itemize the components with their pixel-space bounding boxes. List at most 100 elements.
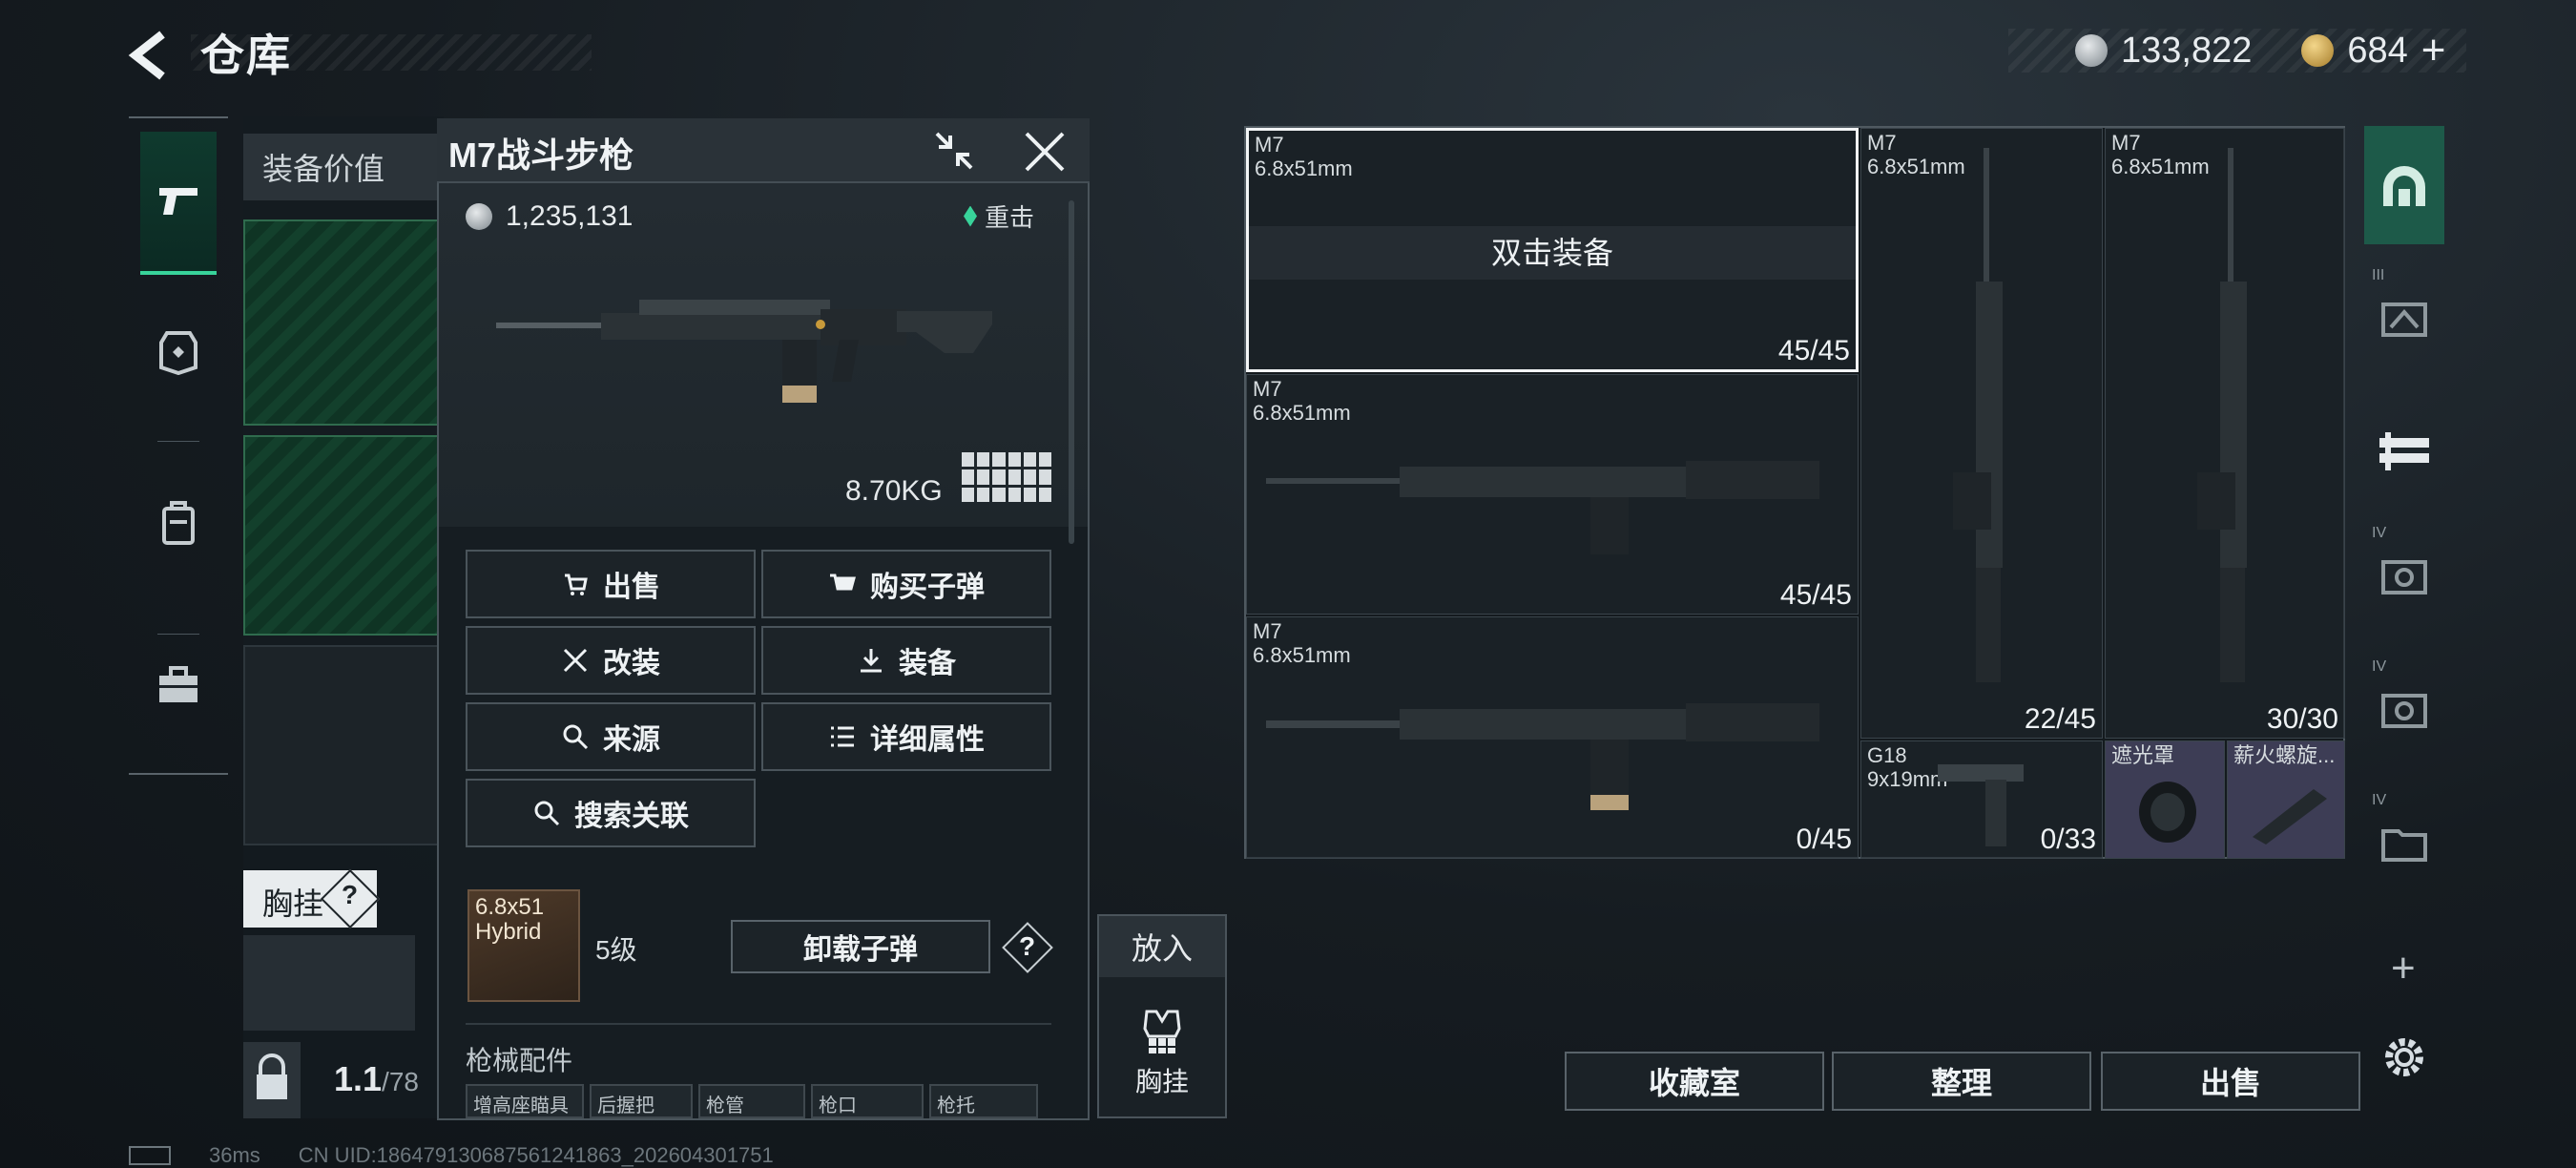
double-click-hint: 双击装备	[1249, 226, 1856, 280]
item-label: M7 6.8x51mm	[1253, 377, 1351, 426]
details-button[interactable]: 详细属性	[761, 702, 1051, 771]
tab-armor[interactable]	[140, 281, 217, 424]
search-icon	[563, 724, 589, 750]
inventory-item[interactable]: 薪火螺旋...	[2227, 740, 2345, 859]
buy-ammo-label: 购买子弹	[870, 572, 985, 603]
help-text: ?	[1019, 931, 1036, 961]
unload-ammo-button[interactable]: 卸载子弹	[731, 920, 990, 973]
secondary-weapon-slot[interactable]	[243, 435, 444, 636]
muzzle-image	[2253, 789, 2327, 845]
item-ammo-count: 22/45	[2024, 703, 2096, 735]
item-size-grid	[962, 452, 1051, 502]
add-gold-button[interactable]: +	[2421, 27, 2446, 74]
tab-backpack[interactable]	[140, 452, 217, 595]
tab-storage-3[interactable]: III	[2364, 260, 2444, 378]
capacity-readout: 1.1/78	[334, 1059, 419, 1099]
chest-rig-slot[interactable]	[243, 935, 415, 1031]
item-label: M7 6.8x51mm	[1253, 619, 1351, 668]
inventory-item[interactable]: M7 6.8x51mm 22/45	[1860, 128, 2103, 739]
primary-weapon-slot[interactable]	[243, 219, 444, 426]
tab-storage-weapons[interactable]	[2364, 393, 2444, 511]
collapse-icon[interactable]	[931, 128, 977, 174]
lock-button[interactable]	[243, 1042, 301, 1118]
item-ammo-count: 45/45	[1779, 579, 1852, 611]
tier-label: IV	[2372, 658, 2387, 675]
inventory-item[interactable]: 遮光罩	[2105, 740, 2225, 859]
divider	[466, 1023, 1051, 1025]
item-ammo-count: 0/45	[1796, 824, 1852, 855]
attachment-slot[interactable]: 后握把	[590, 1084, 693, 1118]
safe-icon	[2381, 694, 2427, 728]
tab-storage-4a[interactable]: IV	[2364, 517, 2444, 636]
status-bar: 36ms CN UID:1864791306875612418​63_20260…	[129, 1143, 774, 1168]
pistol-image	[1938, 764, 2024, 846]
tools-icon	[563, 648, 588, 673]
inventory-item[interactable]: M7 6.8x51mm 0/45	[1246, 616, 1859, 859]
inventory-item[interactable]: M7 6.8x51mm 双击装备 45/45	[1246, 128, 1859, 372]
item-label: G18 9x19mm	[1867, 743, 1948, 792]
battery-icon	[129, 1146, 171, 1165]
gold-coin-icon	[2301, 34, 2335, 67]
rifle-image	[1266, 703, 1819, 810]
chest-rig-icon	[1143, 1010, 1181, 1053]
left-category-rail	[129, 116, 228, 775]
item-price-value: 1,235,131	[506, 200, 634, 232]
tab-items[interactable]	[140, 615, 217, 758]
tier-label: III	[2372, 267, 2385, 283]
modify-button[interactable]: 改装	[466, 626, 756, 695]
back-arrow-icon[interactable]	[124, 29, 177, 82]
rifle-rack-icon	[2379, 432, 2429, 470]
ammo-type: Hybrid	[475, 919, 542, 946]
lock-icon	[257, 1053, 287, 1099]
sell-all-button[interactable]: 出售	[2101, 1052, 2360, 1111]
collection-button[interactable]: 收藏室	[1565, 1052, 1824, 1111]
page-title: 仓库	[200, 31, 292, 80]
ping-value: 36ms	[209, 1143, 260, 1167]
buy-ammo-button[interactable]: 购买子弹	[761, 550, 1051, 618]
tab-weapons[interactable]	[140, 132, 217, 275]
source-button[interactable]: 来源	[466, 702, 756, 771]
details-label: 详细属性	[870, 724, 985, 756]
close-icon[interactable]	[1021, 128, 1069, 176]
armor-icon	[159, 331, 197, 375]
tag-icon	[964, 205, 977, 227]
rifle-image	[1953, 148, 2003, 682]
tier-label: IV	[2372, 525, 2387, 541]
gear-icon[interactable]	[2378, 1031, 2431, 1084]
item-tag-label: 重击	[985, 203, 1035, 232]
sell-label: 出售	[603, 572, 660, 603]
tab-storage-4c[interactable]: IV	[2364, 784, 2444, 903]
detail-scrollbar[interactable]	[1069, 200, 1074, 544]
equip-button[interactable]: 装备	[761, 626, 1051, 695]
helmet-slot[interactable]	[243, 645, 444, 845]
inventory-item[interactable]: M7 6.8x51mm 45/45	[1246, 374, 1859, 615]
add-storage-button[interactable]: +	[2391, 945, 2416, 992]
attachment-slot[interactable]: 枪管	[698, 1084, 805, 1118]
put-in-target: 胸挂	[1134, 1067, 1189, 1096]
gold-amount: 684	[2347, 30, 2408, 71]
tab-storage-main[interactable]	[2364, 126, 2444, 244]
search-icon	[534, 801, 560, 826]
lens-hood-image	[2139, 782, 2196, 843]
ammo-slot[interactable]: 6.8x51 Hybrid	[467, 889, 580, 1002]
sort-button[interactable]: 整理	[1832, 1052, 2091, 1111]
briefcase-icon	[159, 666, 197, 702]
search-related-button[interactable]: 搜索关联	[466, 779, 756, 847]
inventory-item[interactable]: M7 6.8x51mm 30/30	[2105, 128, 2345, 739]
warehouse-grid: M7 6.8x51mm 双击装备 45/45 M7 6.8x51mm 22/45 M…	[1244, 126, 2345, 859]
chest-help-text: ?	[342, 880, 359, 909]
safe-icon	[2381, 560, 2427, 594]
sell-button[interactable]: 出售	[466, 550, 756, 618]
attachment-slot[interactable]: 增高座瞄具	[466, 1084, 584, 1118]
attachment-slot[interactable]: 枪托	[929, 1084, 1038, 1118]
rifle-image	[496, 300, 992, 403]
attachment-slot[interactable]: 枪口	[811, 1084, 924, 1118]
equipment-value-label: 装备价值	[262, 152, 385, 186]
uid-text: CN UID:1864791306875612418​63_2026043017…	[298, 1143, 774, 1167]
tab-storage-4b[interactable]: IV	[2364, 651, 2444, 769]
silver-amount: 133,822	[2121, 30, 2253, 71]
inventory-item[interactable]: G18 9x19mm 0/33	[1860, 740, 2103, 859]
modify-label: 改装	[603, 648, 660, 679]
search-related-label: 搜索关联	[574, 801, 689, 832]
item-ammo-count: 30/30	[2266, 703, 2338, 735]
